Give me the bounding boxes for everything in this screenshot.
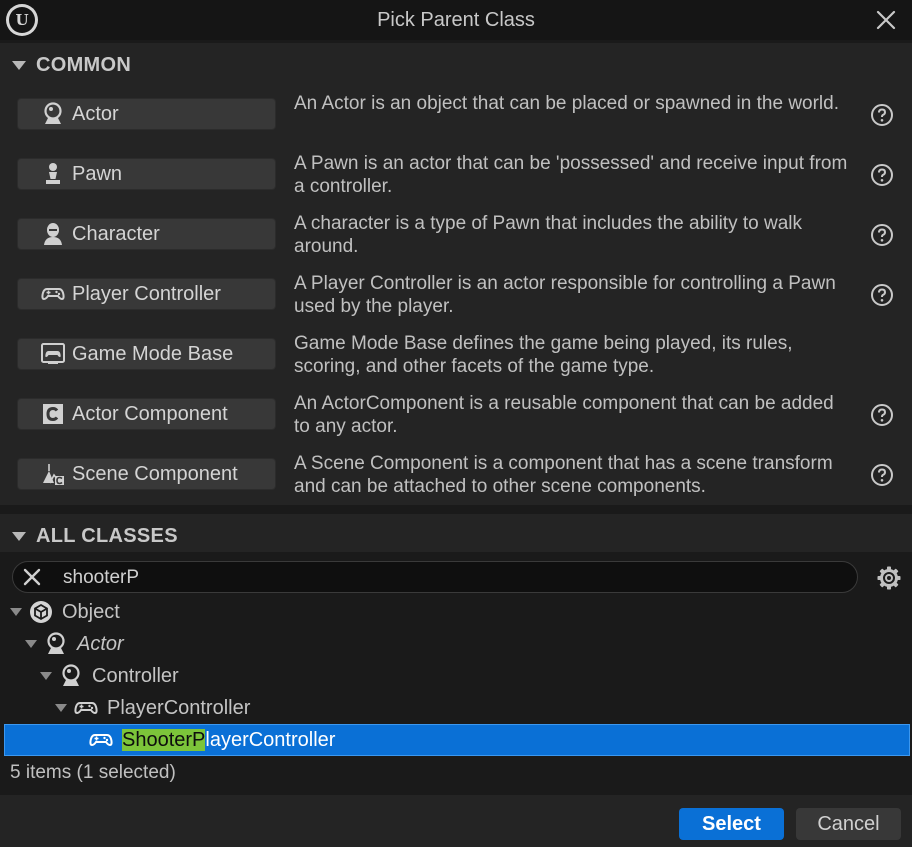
tree-item-actor[interactable]: Actor [0,628,912,660]
expand-arrow-icon[interactable] [25,640,37,648]
scene-component-class-label: Scene Component [72,462,238,485]
common-row-actor-component: Actor Component An ActorComponent is a r… [0,387,912,447]
actor-component-class-button[interactable]: Actor Component [17,398,276,430]
collapse-arrow-icon [12,60,26,70]
pawn-icon [40,161,66,187]
common-row-character: Character A character is a type of Pawn … [0,207,912,267]
tree-item-label: Controller [92,664,179,687]
game-mode-base-class-button[interactable]: Game Mode Base [17,338,276,370]
expand-arrow-icon[interactable] [40,672,52,680]
actor-icon [58,663,84,689]
scene-component-icon [40,461,66,487]
player-controller-class-label: Player Controller [72,282,221,305]
all-classes-header-label: ALL CLASSES [36,524,178,547]
help-icon[interactable] [870,463,894,487]
common-row-player-controller: Player Controller A Player Controller is… [0,267,912,327]
actor-class-button[interactable]: Actor [17,98,276,130]
tree-item-playercontroller[interactable]: PlayerController [0,692,912,724]
character-class-label: Character [72,222,160,245]
help-icon[interactable] [870,403,894,427]
actor-class-label: Actor [72,102,119,125]
dialog-footer: Select Cancel [0,795,912,847]
help-icon[interactable] [870,163,894,187]
expand-arrow-icon[interactable] [55,704,67,712]
help-icon[interactable] [870,283,894,307]
common-classes-panel: Actor An Actor is an object that can be … [0,87,912,505]
select-button[interactable]: Select [679,808,784,840]
gamepad-icon [88,727,114,753]
title-bar: U Pick Parent Class [0,0,912,40]
game-mode-base-class-description: Game Mode Base defines the game being pl… [294,333,793,377]
tree-item-label: PlayerController [107,696,251,719]
player-controller-class-description: A Player Controller is an actor responsi… [294,273,836,317]
close-icon[interactable] [874,8,898,32]
all-classes-panel: Object Actor Controller PlayerController… [0,552,912,794]
expand-arrow-icon[interactable] [10,608,22,616]
class-search-box[interactable] [12,561,858,593]
clear-search-icon[interactable] [21,566,43,588]
actor-icon [40,101,66,127]
pawn-class-label: Pawn [72,162,123,185]
character-icon [40,221,66,247]
tree-item-label: Actor [77,632,124,655]
class-search-input[interactable] [61,564,825,592]
pawn-class-description: A Pawn is an actor that can be 'possesse… [294,153,848,197]
scene-component-class-button[interactable]: Scene Component [17,458,276,490]
common-section-header[interactable]: COMMON [0,43,912,87]
common-row-scene-component: Scene Component A Scene Component is a c… [0,447,912,507]
game-mode-base-class-label: Game Mode Base [72,342,234,365]
player-controller-class-button[interactable]: Player Controller [17,278,276,310]
common-header-label: COMMON [36,53,132,76]
game-mode-icon [40,341,66,367]
actor-component-class-label: Actor Component [72,402,228,425]
gamepad-icon [40,281,66,307]
object-icon [28,599,54,625]
common-row-pawn: Pawn A Pawn is an actor that can be 'pos… [0,147,912,207]
window-title: Pick Parent Class [377,9,535,31]
character-class-description: A character is a type of Pawn that inclu… [294,213,802,257]
scene-component-class-description: A Scene Component is a component that ha… [294,453,833,497]
tree-item-shooterplayercontroller[interactable]: ShooterPlayerController [4,724,910,756]
help-icon[interactable] [870,223,894,247]
cancel-button[interactable]: Cancel [796,808,901,840]
item-count-status: 5 items (1 selected) [10,762,176,783]
settings-gear-icon[interactable] [876,565,902,591]
label-rest: layerController [205,728,336,751]
pawn-class-button[interactable]: Pawn [17,158,276,190]
gamepad-icon [73,695,99,721]
common-row-game-mode-base: Game Mode Base Game Mode Base defines th… [0,327,912,387]
actor-class-description: An Actor is an object that can be placed… [294,93,839,114]
actor-icon [43,631,69,657]
actor-component-icon [40,401,66,427]
actor-component-class-description: An ActorComponent is a reusable componen… [294,393,834,437]
help-icon[interactable] [870,103,894,127]
tree-item-controller[interactable]: Controller [0,660,912,692]
tree-item-object[interactable]: Object [0,596,912,628]
tree-item-label: Object [62,600,120,623]
tree-item-label: ShooterPlayerController [122,728,336,752]
character-class-button[interactable]: Character [17,218,276,250]
search-match-highlight: ShooterP [122,728,206,751]
collapse-arrow-icon [12,531,26,541]
common-row-actor: Actor An Actor is an object that can be … [0,87,912,147]
